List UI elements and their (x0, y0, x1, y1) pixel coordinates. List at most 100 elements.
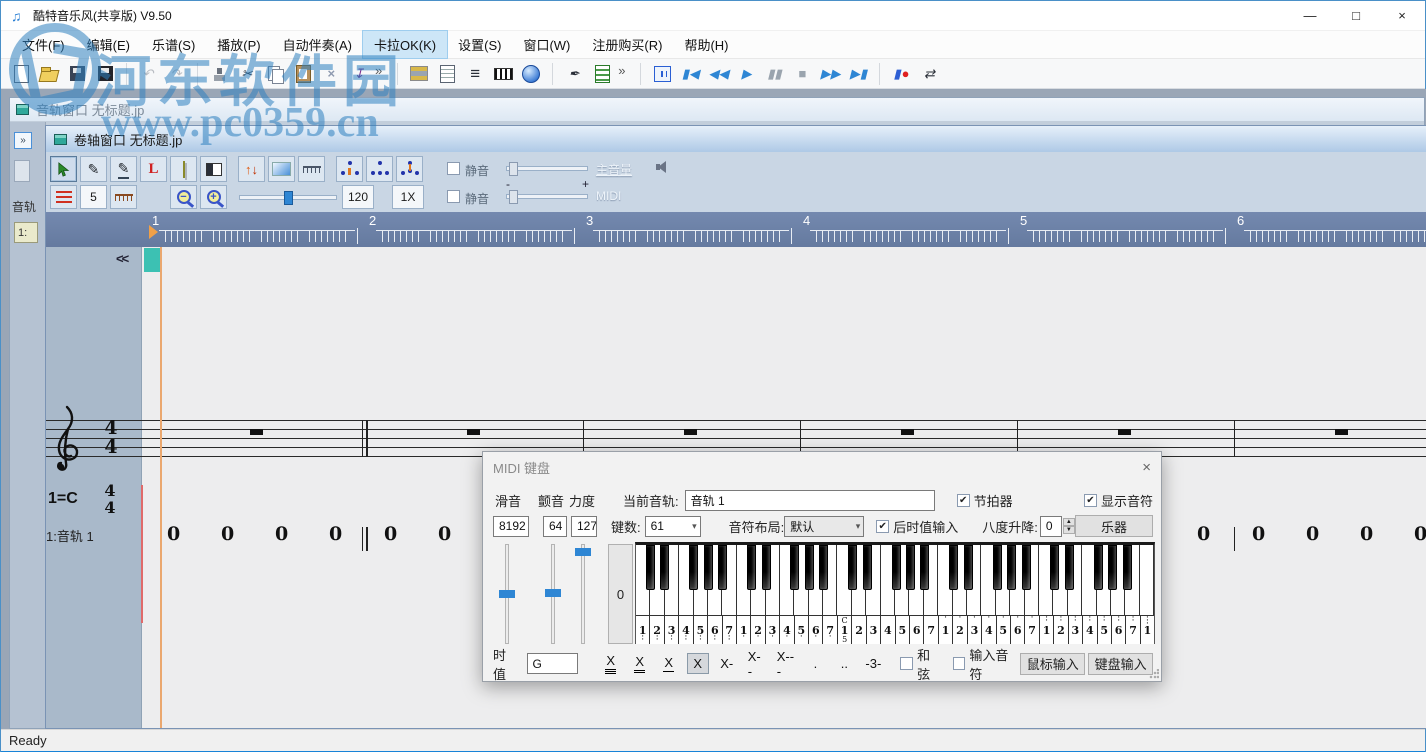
duration-button[interactable]: .. (833, 653, 855, 674)
resize-grip[interactable] (1149, 669, 1159, 679)
eraser-tool-button[interactable] (170, 156, 197, 182)
black-key[interactable] (646, 545, 655, 590)
instrument-button[interactable]: 乐器 (1075, 515, 1153, 537)
mute-midi-checkbox[interactable] (447, 190, 460, 203)
mouse-input-button[interactable]: 鼠标输入 (1020, 653, 1085, 675)
black-key[interactable] (689, 545, 698, 590)
black-key[interactable] (906, 545, 915, 590)
velocity-value[interactable]: 127 (571, 516, 597, 537)
midi-volume-slider[interactable] (506, 194, 588, 199)
lyric-tool-button[interactable]: L (140, 156, 167, 182)
cut-button[interactable]: ✂ (235, 62, 259, 86)
jianpu-note[interactable]: 0 (1306, 523, 1319, 545)
tempo-zoom-slider-thumb[interactable] (284, 191, 293, 205)
black-key[interactable] (718, 545, 727, 590)
lines-button[interactable]: ≡ (463, 62, 487, 86)
speed-box[interactable]: 1X (392, 185, 424, 209)
pitch-bend-value[interactable]: 8192 (493, 516, 529, 537)
playhead-marker-icon[interactable] (149, 225, 158, 239)
key-count-select[interactable]: 61▾ (645, 516, 701, 537)
show-notes-checkbox[interactable] (1084, 494, 1097, 507)
jianpu-note[interactable]: 0 (221, 523, 234, 545)
dialog-close-icon[interactable]: × (1142, 459, 1151, 476)
score-button[interactable] (435, 62, 459, 86)
track-panel-expand-button[interactable]: » (14, 132, 32, 149)
track-row-1[interactable]: 1: (14, 222, 38, 243)
menu-item[interactable]: 注册购买(R) (581, 31, 673, 58)
ruler-view-button[interactable] (298, 156, 325, 182)
play-button[interactable]: ▶ (734, 62, 758, 86)
note-edit-tool-button[interactable]: ✎ (110, 156, 137, 182)
event-list-button[interactable] (590, 62, 614, 86)
black-key[interactable] (964, 545, 973, 590)
measure-tool-button[interactable] (110, 185, 137, 209)
zoom-out-button[interactable]: − (170, 185, 197, 209)
menu-item[interactable]: 播放(P) (206, 31, 271, 58)
jianpu-note[interactable]: 0 (275, 523, 288, 545)
node-curve-button-1[interactable] (336, 156, 363, 182)
delete-button[interactable]: × (319, 62, 343, 86)
metronome-checkbox[interactable] (957, 494, 970, 507)
save-as-button[interactable] (93, 62, 117, 86)
black-key[interactable] (863, 545, 872, 590)
menu-item[interactable]: 卡拉OK(K) (363, 31, 447, 58)
jianpu-note[interactable]: 0 (167, 523, 180, 545)
jianpu-note[interactable]: 0 (438, 523, 451, 545)
keyboard-input-button[interactable]: 键盘输入 (1088, 653, 1153, 675)
ruler-measure[interactable]: 2 (366, 212, 583, 247)
jianpu-note[interactable]: 0 (329, 523, 342, 545)
spinner-up-icon[interactable]: ▲ (1063, 518, 1075, 526)
vibrato-value[interactable]: 64 (543, 516, 567, 537)
line-value-box[interactable]: 5 (80, 185, 107, 209)
duration-button[interactable]: X-- (745, 653, 767, 674)
black-key[interactable] (1094, 545, 1103, 590)
zoom-in-button[interactable]: + (200, 185, 227, 209)
midi-volume-slider-thumb[interactable] (509, 190, 518, 204)
pen-button[interactable]: ✒ (562, 62, 586, 86)
redo-button[interactable]: ↷ (164, 62, 188, 86)
duration-button[interactable]: X (687, 653, 709, 674)
after-value-checkbox[interactable] (876, 520, 889, 533)
vibrato-slider[interactable] (543, 544, 563, 644)
toolbar-overflow-icon[interactable]: » (375, 63, 382, 78)
main-volume-slider-thumb[interactable] (509, 162, 518, 176)
duration-input[interactable]: G (527, 653, 578, 674)
select-tool-button[interactable] (50, 156, 77, 182)
track-panel-button[interactable] (14, 160, 30, 182)
black-key[interactable] (704, 545, 713, 590)
velocity-slider-thumb[interactable] (575, 548, 591, 556)
save-button[interactable] (65, 62, 89, 86)
pitch-bend-slider[interactable] (497, 544, 517, 644)
collapse-button[interactable]: << (116, 251, 127, 266)
jianpu-note[interactable]: 0 (1197, 523, 1210, 545)
minimize-button[interactable]: — (1287, 1, 1333, 30)
import-button[interactable]: ↧ (347, 62, 371, 86)
dialog-titlebar[interactable]: MIDI 键盘 × (483, 452, 1161, 482)
scroll-window-titlebar[interactable]: 卷轴窗口 无标题.jp (46, 126, 1426, 152)
ruler-measure[interactable]: 5 (1017, 212, 1234, 247)
grid-view-button[interactable] (200, 156, 227, 182)
stop-button[interactable]: ■ (790, 62, 814, 86)
jianpu-note[interactable]: 0 (384, 523, 397, 545)
pause-button[interactable]: ▮▮ (762, 62, 786, 86)
black-key[interactable] (790, 545, 799, 590)
black-key[interactable] (920, 545, 929, 590)
menu-item[interactable]: 设置(S) (447, 31, 512, 58)
duration-button[interactable]: X (658, 653, 680, 674)
tracks-button[interactable] (407, 62, 431, 86)
black-key[interactable] (1108, 545, 1117, 590)
input-note-checkbox[interactable] (953, 657, 966, 670)
black-key[interactable] (993, 545, 1002, 590)
octave-shift-value[interactable]: 0 (1040, 516, 1062, 537)
skip-end-button[interactable]: ▶▮ (846, 62, 870, 86)
node-curve-button-2[interactable] (366, 156, 393, 182)
jianpu-note[interactable]: 0 (1252, 523, 1265, 545)
web-button[interactable] (519, 62, 543, 86)
new-button[interactable] (9, 62, 33, 86)
chord-checkbox[interactable] (900, 657, 913, 670)
copy-button[interactable] (263, 62, 287, 86)
black-key[interactable] (1007, 545, 1016, 590)
red-lines-tool-button[interactable] (50, 185, 77, 209)
tempo-zoom-slider[interactable] (239, 195, 337, 200)
duration-button[interactable]: -3- (862, 653, 884, 674)
